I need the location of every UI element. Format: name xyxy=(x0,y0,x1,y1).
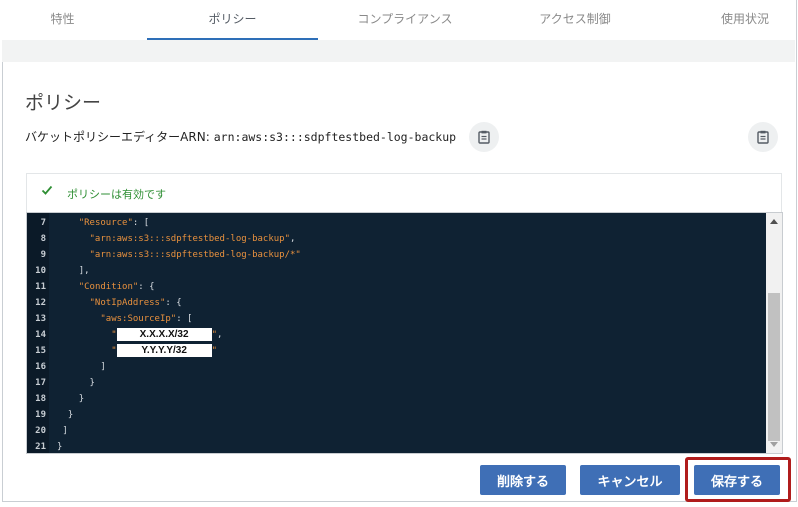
line-number: 12 xyxy=(35,298,46,308)
line-number: 10 xyxy=(35,266,46,276)
code-token: , xyxy=(217,330,223,340)
code-token: } xyxy=(57,442,63,452)
redacted-ip: X.X.X.X/32 xyxy=(116,328,212,341)
code-text: "Resource": [ xyxy=(57,215,149,231)
code-line: 16 ] xyxy=(27,359,762,375)
code-line: 7 "Resource": [ xyxy=(27,215,762,231)
code-line: 10 ], xyxy=(27,263,762,279)
code-text: "arn:aws:s3:::sdpftestbed-log-backup", xyxy=(57,231,296,247)
editor-scrollbar[interactable] xyxy=(766,213,782,453)
cancel-button[interactable]: キャンセル xyxy=(580,465,680,495)
code-text: " X.X.X.X/32 ", xyxy=(57,327,222,343)
line-number: 7 xyxy=(40,218,46,228)
code-text: ] xyxy=(57,423,68,439)
copy-policy-button[interactable] xyxy=(748,122,778,152)
code-text: "NotIpAddress": { xyxy=(57,295,182,311)
code-line: 11 "Condition": { xyxy=(27,279,762,295)
tab-bar: 特性 ポリシー コンプライアンス アクセス制御 使用状況 xyxy=(0,0,795,40)
redacted-ip: Y.Y.Y.Y/32 xyxy=(116,344,212,357)
scrollbar-thumb[interactable] xyxy=(768,293,780,441)
policy-code-editor[interactable]: 7 "Resource": [8 "arn:aws:s3:::sdpftestb… xyxy=(26,212,783,454)
copy-arn-button[interactable] xyxy=(469,122,499,152)
code-text: "aws:SourceIp": [ xyxy=(57,311,192,327)
line-number: 9 xyxy=(40,250,46,260)
check-icon xyxy=(41,185,53,195)
line-number: 19 xyxy=(35,410,46,420)
code-text: ], xyxy=(57,263,90,279)
code-text: } xyxy=(57,439,63,453)
code-line: 8 "arn:aws:s3:::sdpftestbed-log-backup", xyxy=(27,231,762,247)
code-token: : [ xyxy=(176,314,193,324)
code-token: "arn:aws:s3:::sdpftestbed-log-backup/*" xyxy=(89,250,301,260)
code-line: 9 "arn:aws:s3:::sdpftestbed-log-backup/*… xyxy=(27,247,762,263)
line-number: 20 xyxy=(35,426,46,436)
code-line: 20 ] xyxy=(27,423,762,439)
code-text: } xyxy=(57,391,84,407)
code-token: ], xyxy=(78,266,90,276)
code-text: " Y.Y.Y.Y/32 " xyxy=(57,343,217,359)
save-highlight-frame xyxy=(685,457,791,502)
scroll-down-arrow-icon[interactable] xyxy=(770,442,778,447)
code-text: ] xyxy=(57,359,106,375)
line-number: 21 xyxy=(35,442,46,452)
arn-label: ARN: xyxy=(180,130,210,144)
line-number: 8 xyxy=(40,234,46,244)
editor-label: バケットポリシーエディター xyxy=(25,130,181,144)
code-text: } xyxy=(57,407,73,423)
tab-properties[interactable]: 特性 xyxy=(20,0,105,38)
arn-value: arn:aws:s3:::sdpftestbed-log-backup xyxy=(213,130,457,144)
code-token: } xyxy=(67,410,74,420)
line-number: 17 xyxy=(35,378,46,388)
scroll-up-arrow-icon[interactable] xyxy=(770,219,778,224)
code-line: 12 "NotIpAddress": { xyxy=(27,295,762,311)
code-token: , xyxy=(290,234,296,244)
clipboard-icon xyxy=(478,130,490,144)
line-number: 14 xyxy=(35,330,46,340)
line-number: 16 xyxy=(35,362,46,372)
code-line: 21} xyxy=(27,439,762,453)
code-token: ] xyxy=(62,426,68,436)
tab-divider-band xyxy=(2,40,795,62)
validation-banner: ポリシーは有効です xyxy=(26,173,782,213)
code-token: } xyxy=(78,394,85,404)
code-token: " xyxy=(211,346,218,356)
arn-row: バケットポリシーエディターARN: arn:aws:s3:::sdpftestbe… xyxy=(25,128,456,145)
code-token: : { xyxy=(165,298,182,308)
tab-usage[interactable]: 使用状況 xyxy=(705,0,785,38)
code-token: "aws:SourceIp" xyxy=(100,314,177,324)
code-token: "NotIpAddress" xyxy=(89,298,166,308)
line-number: 11 xyxy=(35,282,46,292)
tab-compliance[interactable]: コンプライアンス xyxy=(340,0,470,38)
line-number: 15 xyxy=(35,346,46,356)
code-token: } xyxy=(89,378,95,388)
code-token: ] xyxy=(100,362,106,372)
code-line: 14 " X.X.X.X/32 ", xyxy=(27,327,762,343)
tab-policy[interactable]: ポリシー xyxy=(147,0,318,40)
validation-message: ポリシーは有効です xyxy=(67,188,166,201)
line-number: 18 xyxy=(35,394,46,404)
clipboard-icon xyxy=(757,130,769,144)
code-line: 17 } xyxy=(27,375,762,391)
delete-button[interactable]: 削除する xyxy=(480,465,566,495)
code-token: "Resource" xyxy=(78,218,133,228)
code-text: } xyxy=(57,375,95,391)
code-line: 15 " Y.Y.Y.Y/32 " xyxy=(27,343,762,359)
code-text: "Condition": { xyxy=(57,279,155,295)
tab-access-control[interactable]: アクセス制御 xyxy=(520,0,630,38)
line-number: 13 xyxy=(35,314,46,324)
code-line: 13 "aws:SourceIp": [ xyxy=(27,311,762,327)
code-token: "arn:aws:s3:::sdpftestbed-log-backup" xyxy=(89,234,290,244)
code-token: : { xyxy=(138,282,155,292)
code-token: : [ xyxy=(132,218,150,228)
code-text: "arn:aws:s3:::sdpftestbed-log-backup/*" xyxy=(57,247,301,263)
page-title: ポリシー xyxy=(25,92,102,114)
code-line: 18 } xyxy=(27,391,762,407)
code-line: 19 } xyxy=(27,407,762,423)
code-token: "Condition" xyxy=(78,282,139,292)
